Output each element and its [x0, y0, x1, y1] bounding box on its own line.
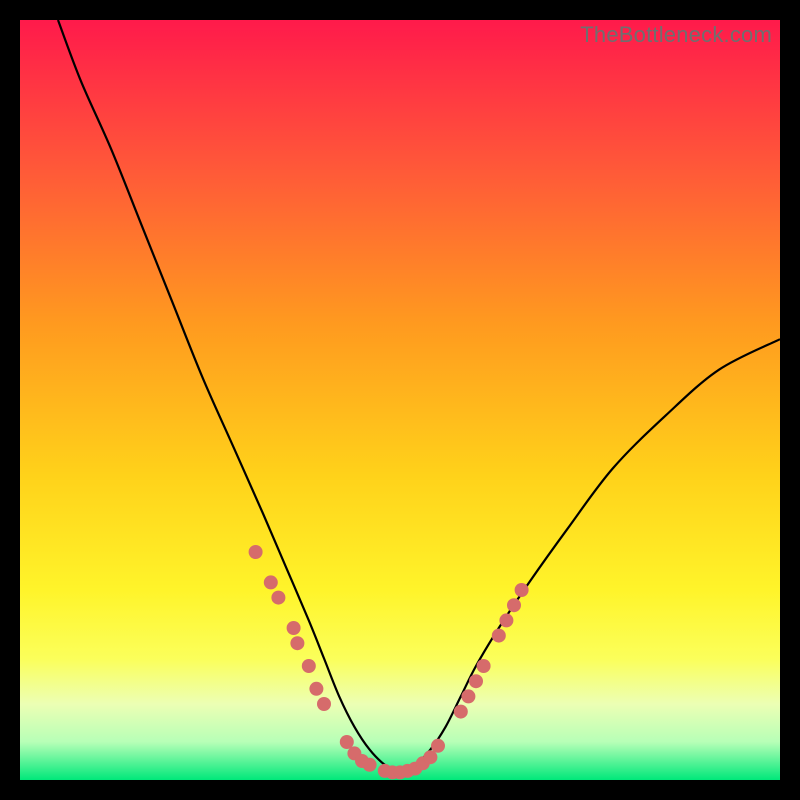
dot	[340, 735, 354, 749]
dot	[317, 697, 331, 711]
dot	[461, 689, 475, 703]
dot	[515, 583, 529, 597]
dot	[469, 674, 483, 688]
dot	[499, 613, 513, 627]
dot	[287, 621, 301, 635]
dot	[423, 750, 437, 764]
dot	[477, 659, 491, 673]
dot	[271, 591, 285, 605]
dot	[264, 575, 278, 589]
watermark-text: TheBottleneck.com	[580, 22, 772, 48]
dot	[507, 598, 521, 612]
dot	[454, 705, 468, 719]
chart-svg	[20, 20, 780, 780]
dot	[492, 629, 506, 643]
dot	[302, 659, 316, 673]
dot	[431, 739, 445, 753]
chart-frame: TheBottleneck.com	[20, 20, 780, 780]
dot	[309, 682, 323, 696]
dot	[290, 636, 304, 650]
gradient-background	[20, 20, 780, 780]
dot	[363, 758, 377, 772]
dot	[249, 545, 263, 559]
